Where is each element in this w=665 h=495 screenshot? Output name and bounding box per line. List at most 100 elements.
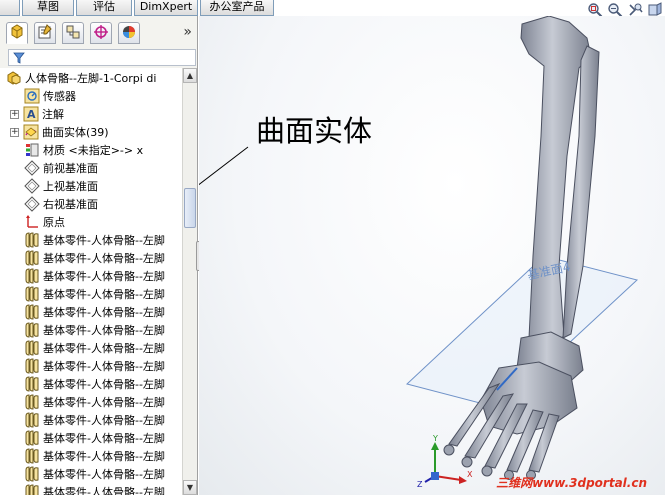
material-icon — [24, 142, 40, 158]
tree-item-base-part[interactable]: 基体零件-人体骨骼--左脚 — [24, 465, 182, 483]
base-part-icon — [24, 322, 40, 338]
tree-item-label: 基体零件-人体骨骼--左脚 — [43, 378, 165, 391]
expand-toggle[interactable]: + — [10, 109, 19, 119]
dimxpert-manager-icon — [93, 24, 109, 43]
base-part-icon — [24, 466, 40, 482]
tree-item-label: 原点 — [43, 216, 65, 229]
base-part-icon — [24, 430, 40, 446]
triad-z-label: Z — [417, 480, 423, 489]
triad-y-label: Y — [433, 434, 438, 443]
tree-item-front-plane[interactable]: 前视基准面 — [24, 159, 182, 177]
foot-skeleton-model — [199, 16, 639, 480]
base-part-icon — [24, 268, 40, 284]
plane-icon — [24, 160, 40, 176]
svg-text:A: A — [27, 108, 36, 121]
tree-item-top-plane[interactable]: 上视基准面 — [24, 177, 182, 195]
triad-x-label: X — [467, 470, 473, 479]
base-part-icon — [24, 250, 40, 266]
base-part-icon — [24, 376, 40, 392]
watermark: 三维网www.3dportal.cn — [496, 476, 647, 490]
feature-manager-tab[interactable] — [6, 22, 28, 44]
base-part-icon — [24, 286, 40, 302]
base-part-icon — [24, 358, 40, 374]
command-tab-evaluate[interactable]: 评估 — [76, 0, 132, 16]
annotation-icon: A — [23, 106, 39, 122]
base-part-icon — [24, 448, 40, 464]
base-part-icon — [24, 232, 40, 248]
tree-item-label: 基体零件-人体骨骼--左脚 — [43, 288, 165, 301]
tree-item-base-part[interactable]: 基体零件-人体骨骼--左脚 — [24, 429, 182, 447]
tree-item-label: 基体零件-人体骨骼--左脚 — [43, 468, 165, 481]
configuration-manager-tab[interactable] — [62, 22, 84, 44]
expand-toggle[interactable]: + — [10, 127, 19, 137]
command-tab-office-products[interactable]: 办公室产品 — [200, 0, 274, 16]
callout-text: 曲面实体 — [256, 114, 373, 148]
filter-icon — [13, 52, 25, 67]
scroll-down-button[interactable]: ▼ — [183, 480, 197, 495]
tree-item-material[interactable]: 材质 <未指定>-> x — [24, 141, 182, 159]
sensor-icon — [24, 88, 40, 104]
tree-item-base-part[interactable]: 基体零件-人体骨骼--左脚 — [24, 447, 182, 465]
property-manager-tab[interactable] — [34, 22, 56, 44]
base-part-icon — [24, 412, 40, 428]
assembly-icon — [6, 70, 22, 86]
tree-item-base-part[interactable]: 基体零件-人体骨骼--左脚 — [24, 249, 182, 267]
display-manager-icon — [121, 24, 137, 43]
scroll-thumb[interactable] — [184, 188, 196, 228]
tree-item-label: 前视基准面 — [43, 162, 98, 175]
tree-item-label: 基体零件-人体骨骼--左脚 — [43, 360, 165, 373]
tree-item-label: 基体零件-人体骨骼--左脚 — [43, 234, 165, 247]
panel-tabs: » — [0, 22, 198, 46]
tree-item-label: 基体零件-人体骨骼--左脚 — [43, 486, 165, 495]
tree-item-label: 传感器 — [43, 90, 76, 103]
tree-item-base-part[interactable]: 基体零件-人体骨骼--左脚 — [24, 267, 182, 285]
coordinate-triad: Y X Z — [417, 434, 477, 491]
base-part-icon — [24, 340, 40, 356]
tree-item-base-part[interactable]: 基体零件-人体骨骼--左脚 — [24, 411, 182, 429]
tree-item-label: 基体零件-人体骨骼--左脚 — [43, 342, 165, 355]
tree-item-label: 基体零件-人体骨骼--左脚 — [43, 252, 165, 265]
tree-root-label: 人体骨骼--左脚-1-Corpi di — [25, 72, 157, 85]
tree-item-annotations[interactable]: + A 注解 — [10, 105, 182, 123]
tree-item-label: 基体零件-人体骨骼--左脚 — [43, 414, 165, 427]
tree-item-base-part[interactable]: 基体零件-人体骨骼--左脚 — [24, 357, 182, 375]
tree-item-label: 材质 <未指定>-> x — [43, 144, 144, 157]
tree-item-base-part[interactable]: 基体零件-人体骨骼--左脚 — [24, 231, 182, 249]
feature-manager-icon — [9, 23, 25, 43]
tree-item-label: 右视基准面 — [43, 198, 98, 211]
tree-item-base-part[interactable]: 基体零件-人体骨骼--左脚 — [24, 303, 182, 321]
tree-item-base-part[interactable]: 基体零件-人体骨骼--左脚 — [24, 483, 182, 495]
tree-item-surface-bodies[interactable]: + 曲面实体(39) — [10, 123, 182, 141]
expand-panel-button[interactable]: » — [183, 24, 192, 40]
feature-manager-panel: » 人体骨骼--左脚-1-Corpi di 传感器 + A 注解 + 曲面实体(… — [0, 16, 198, 495]
tree-scrollbar[interactable]: ▲ ▼ — [182, 68, 197, 495]
tree-item-base-part[interactable]: 基体零件-人体骨骼--左脚 — [24, 285, 182, 303]
tree-item-label: 基体零件-人体骨骼--左脚 — [43, 324, 165, 337]
tree-item-base-part[interactable]: 基体零件-人体骨骼--左脚 — [24, 375, 182, 393]
tree-item-base-part[interactable]: 基体零件-人体骨骼--左脚 — [24, 339, 182, 357]
property-manager-icon — [37, 23, 53, 43]
command-tab-dimxpert[interactable]: DimXpert — [134, 0, 198, 16]
tree-item-label: 基体零件-人体骨骼--左脚 — [43, 270, 165, 283]
plane-icon — [24, 196, 40, 212]
command-tab-sketch[interactable]: 草图 — [22, 0, 74, 16]
scroll-up-button[interactable]: ▲ — [183, 68, 197, 83]
dimxpert-manager-tab[interactable] — [90, 22, 112, 44]
base-part-icon — [24, 304, 40, 320]
tree-item-base-part[interactable]: 基体零件-人体骨骼--左脚 — [24, 321, 182, 339]
tree-item-base-part[interactable]: 基体零件-人体骨骼--左脚 — [24, 393, 182, 411]
base-part-icon — [24, 394, 40, 410]
tree-filter-input[interactable] — [8, 49, 196, 66]
tree-root[interactable]: 人体骨骼--左脚-1-Corpi di — [6, 69, 182, 87]
tree-item-right-plane[interactable]: 右视基准面 — [24, 195, 182, 213]
plane-icon — [24, 178, 40, 194]
tree-item-label: 曲面实体(39) — [42, 126, 109, 139]
origin-icon — [24, 214, 40, 230]
tree-item-label: 上视基准面 — [43, 180, 98, 193]
graphics-viewport[interactable]: 基准面4 Y X Z 三维网www.3dportal.cn — [199, 16, 665, 495]
tree-item-sensors[interactable]: 传感器 — [24, 87, 182, 105]
display-manager-tab[interactable] — [118, 22, 140, 44]
tree-item-origin[interactable]: 原点 — [24, 213, 182, 231]
command-tab-0[interactable] — [0, 0, 20, 16]
tree-item-label: 基体零件-人体骨骼--左脚 — [43, 450, 165, 463]
